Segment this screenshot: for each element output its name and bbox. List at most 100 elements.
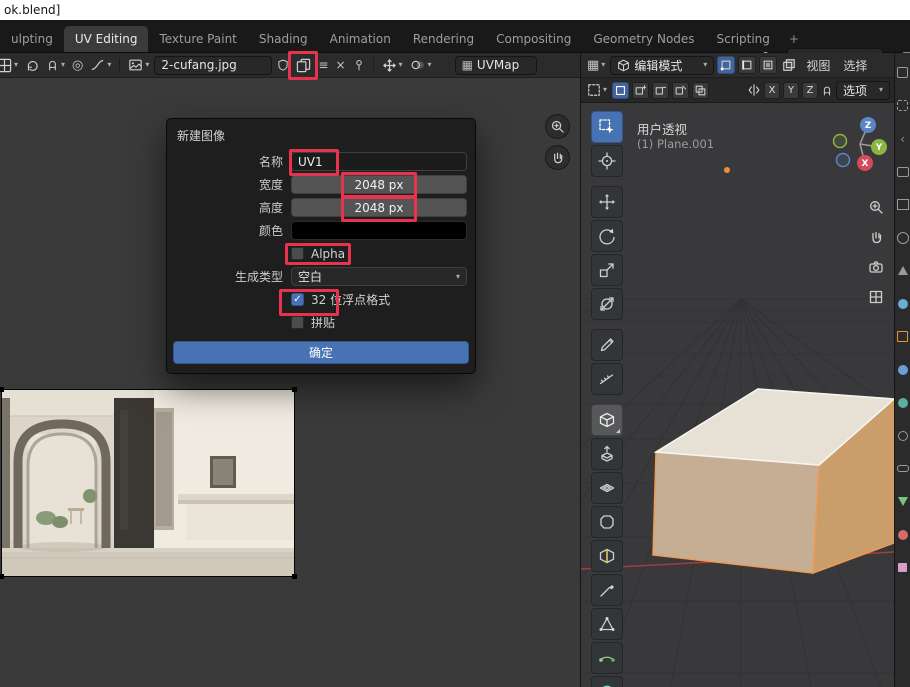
tab-geometry-nodes[interactable]: Geometry Nodes: [582, 26, 705, 52]
xray-toggle-button[interactable]: [780, 57, 798, 73]
snap-small-icon[interactable]: [821, 84, 833, 97]
alpha-label: Alpha: [311, 247, 345, 261]
properties-tab-render[interactable]: [895, 155, 910, 188]
properties-tab-texture[interactable]: [895, 551, 910, 584]
tool-add-cube[interactable]: [591, 404, 623, 436]
properties-tab-material[interactable]: [895, 518, 910, 551]
tool-rotate[interactable]: [591, 220, 623, 252]
properties-tab-search[interactable]: [895, 56, 910, 89]
tab-texture-paint[interactable]: Texture Paint: [148, 26, 247, 52]
tab-uv-editing[interactable]: UV Editing: [64, 26, 149, 52]
tab-compositing[interactable]: Compositing: [485, 26, 582, 52]
properties-tab-particles[interactable]: [895, 386, 910, 419]
tab-animation[interactable]: Animation: [319, 26, 402, 52]
new-image-dialog: 新建图像 名称 UV1 宽度 2048 px 高度 2048 px 颜色: [166, 118, 476, 374]
tool-spin[interactable]: [591, 642, 623, 674]
tool-poly-build[interactable]: [591, 608, 623, 640]
falloff-button[interactable]: ▾: [88, 57, 113, 73]
tool-extrude[interactable]: [591, 438, 623, 470]
properties-tab-physics[interactable]: [895, 419, 910, 452]
tool-cursor[interactable]: [591, 145, 623, 177]
viewport-scene: [581, 103, 894, 687]
unlink-image-button[interactable]: ×: [333, 57, 347, 73]
tool-bevel[interactable]: [591, 506, 623, 538]
properties-tab-modifiers[interactable]: [895, 353, 910, 386]
mirror-y-button[interactable]: Y: [783, 82, 799, 99]
overlays-button[interactable]: ▾: [408, 57, 434, 73]
generated-type-dropdown[interactable]: 空白 ▾: [291, 267, 467, 286]
properties-tab-object-data[interactable]: [895, 485, 910, 518]
viewport-ortho-button[interactable]: [868, 289, 884, 305]
editor-type-button[interactable]: ▾: [0, 57, 20, 74]
uv-zoom-button[interactable]: [545, 114, 570, 139]
tool-annotate[interactable]: [591, 329, 623, 361]
mode-dropdown[interactable]: 编辑模式 ▾: [610, 56, 714, 75]
pin-image-button[interactable]: [351, 57, 367, 73]
uv-corner-handle: [292, 387, 297, 392]
chevron-down-icon: ▾: [145, 61, 149, 69]
properties-tab-world[interactable]: [895, 287, 910, 320]
active-tool-dropdown[interactable]: ▾: [585, 82, 609, 98]
viewport-canvas[interactable]: 用户透视 (1) Plane.001: [581, 103, 894, 687]
properties-tab-view-layer[interactable]: [895, 221, 910, 254]
tool-transform[interactable]: [591, 288, 623, 320]
select-mode-extend-button[interactable]: [632, 82, 649, 99]
options-dropdown[interactable]: 选项 ▾: [836, 81, 890, 100]
browse-image-button[interactable]: ▾: [126, 57, 151, 73]
tab-shading[interactable]: Shading: [248, 26, 319, 52]
viewport-pan-button[interactable]: [868, 229, 884, 245]
uv-reference-image[interactable]: [1, 389, 295, 577]
tool-knife[interactable]: [591, 574, 623, 606]
ok-button[interactable]: 确定: [173, 341, 469, 364]
select-mode-subtract-button[interactable]: [652, 82, 669, 99]
select-mode-invert-button[interactable]: [672, 82, 689, 99]
select-mode-set-button[interactable]: [612, 82, 629, 99]
viewport-zoom-button[interactable]: [868, 199, 884, 215]
properties-tab-constraints[interactable]: [895, 452, 910, 485]
edge-select-button[interactable]: [738, 56, 756, 74]
tool-inset-faces[interactable]: [591, 472, 623, 504]
viewport-camera-button[interactable]: [868, 259, 884, 275]
image-name-field[interactable]: 2-cufang.jpg: [154, 56, 272, 75]
image-menu-button[interactable]: ≡: [316, 57, 330, 73]
tool-select-box[interactable]: [591, 111, 623, 143]
chevron-down-icon: ▾: [456, 273, 460, 281]
gizmos-button[interactable]: ▾: [380, 57, 405, 74]
properties-tab-scene[interactable]: [895, 254, 910, 287]
width-input[interactable]: 2048 px: [291, 175, 467, 194]
name-input[interactable]: UV1: [291, 152, 467, 171]
vertex-select-button[interactable]: [717, 56, 735, 74]
tiled-checkbox[interactable]: [291, 316, 304, 329]
proportional-editing-button[interactable]: ◎: [70, 57, 85, 74]
properties-tab-object[interactable]: [895, 320, 910, 353]
editor-type-button[interactable]: ▦ ▾: [585, 57, 607, 74]
uv-pan-button[interactable]: [545, 145, 570, 170]
alpha-checkbox[interactable]: [291, 247, 304, 260]
mirror-z-button[interactable]: Z: [802, 82, 818, 99]
face-select-button[interactable]: [759, 56, 777, 74]
fake-user-button[interactable]: [275, 57, 291, 73]
height-input[interactable]: 2048 px: [291, 198, 467, 217]
mirror-x-button[interactable]: X: [764, 82, 780, 99]
properties-tab-output[interactable]: [895, 188, 910, 221]
collapse-arrow[interactable]: ‹: [895, 122, 910, 155]
tool-smooth[interactable]: [591, 676, 623, 687]
tool-measure[interactable]: [591, 363, 623, 395]
tab-sculpting[interactable]: ulpting: [0, 26, 64, 52]
new-image-button[interactable]: [294, 57, 313, 74]
properties-tab-tool[interactable]: [895, 89, 910, 122]
tool-scale[interactable]: [591, 254, 623, 286]
pivot-point-button[interactable]: [23, 57, 41, 73]
select-mode-intersect-button[interactable]: [692, 82, 709, 99]
color-swatch[interactable]: [291, 221, 467, 240]
view-menu[interactable]: 视图: [801, 55, 835, 76]
snap-button[interactable]: ▾: [44, 57, 67, 73]
float-checkbox[interactable]: ✓: [291, 293, 304, 306]
navigation-gizmo[interactable]: Z Y X: [830, 115, 890, 175]
close-icon: ×: [335, 58, 345, 72]
tab-rendering[interactable]: Rendering: [402, 26, 485, 52]
select-menu[interactable]: 选择: [838, 55, 872, 76]
tool-loop-cut[interactable]: [591, 540, 623, 572]
tool-move[interactable]: [591, 186, 623, 218]
uvmap-field[interactable]: ▦ UVMap: [455, 56, 537, 75]
